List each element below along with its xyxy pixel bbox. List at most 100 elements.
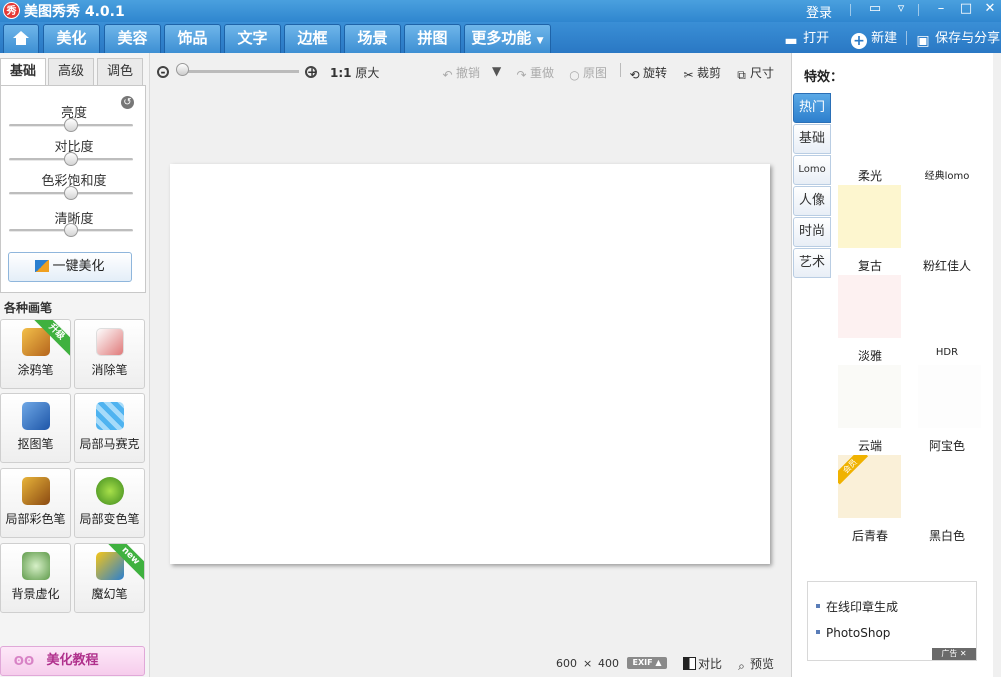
crop-label: 裁剪 <box>697 66 722 80</box>
effects-tab-art[interactable]: 艺术 <box>793 248 831 278</box>
undo-dropdown[interactable]: ▼ <box>492 64 501 78</box>
menu-dropdown-icon[interactable]: ▿ <box>890 0 912 20</box>
save-label: 保存与分享 <box>935 31 1001 46</box>
tab-scene[interactable]: 场景 <box>344 24 401 53</box>
eraser-icon <box>96 328 124 356</box>
preview-button[interactable]: ⌕ 预览 <box>735 655 774 673</box>
tab-border[interactable]: 边框 <box>284 24 341 53</box>
effect-label: 粉红佳人 <box>922 259 971 273</box>
beautify-tutorial-button[interactable]: ʘʘ 美化教程 <box>0 646 145 676</box>
original-image-button[interactable]: ○ 原图 <box>568 64 607 82</box>
tab-text[interactable]: 文字 <box>224 24 281 53</box>
ad-link[interactable]: PhotoShop <box>816 626 890 640</box>
one-key-beautify-button[interactable]: 一键美化 <box>8 252 132 282</box>
tab-label: 拼图 <box>417 29 448 47</box>
ratio-label: 1:1 <box>330 66 352 80</box>
cutout-pen-button[interactable]: 抠图笔 <box>0 393 71 463</box>
effects-tab-fashion[interactable]: 时尚 <box>793 217 831 247</box>
ad-box[interactable]: 在线印章生成 PhotoShop 广告 ✕ <box>807 581 977 661</box>
more-features-menu[interactable]: 更多功能 ▼ <box>464 24 551 53</box>
feedback-icon[interactable]: ▭ <box>864 0 886 20</box>
blur-icon <box>22 552 50 580</box>
slider-knob[interactable] <box>64 186 78 200</box>
effect-thumbnail[interactable] <box>918 365 981 428</box>
mosaic-pen-button[interactable]: 局部马赛克 <box>74 393 145 463</box>
tab-label: 场景 <box>357 29 388 47</box>
effects-title: 特效： <box>804 70 844 85</box>
effects-tab-portrait[interactable]: 人像 <box>793 186 831 216</box>
maximize-icon[interactable]: □ <box>955 0 977 20</box>
compare-label: 对比 <box>698 657 723 671</box>
login-link[interactable]: 登录 <box>806 2 832 21</box>
sharpness-slider[interactable] <box>9 223 133 237</box>
tab-decorations[interactable]: 饰品 <box>164 24 221 53</box>
plus-icon: + <box>851 33 867 49</box>
slider-knob[interactable] <box>64 152 78 166</box>
tab-basic[interactable]: 基础 <box>0 58 46 86</box>
scrollbar[interactable] <box>993 53 1001 677</box>
preview-label: 预览 <box>750 657 775 671</box>
slider-knob[interactable] <box>64 223 78 237</box>
effect-thumbnail[interactable]: 会员 <box>838 455 901 518</box>
slider-knob[interactable] <box>64 118 78 132</box>
tutorial-label: 美化教程 <box>46 653 99 668</box>
effect-label: 淡雅 <box>857 349 882 363</box>
tab-label: 边框 <box>297 29 328 47</box>
effect-thumbnail[interactable] <box>838 275 901 338</box>
rotate-button[interactable]: ⟲ 旋转 <box>628 64 667 82</box>
home-icon <box>13 31 29 45</box>
open-label: 打开 <box>803 31 830 46</box>
zoom-slider-knob[interactable] <box>176 63 189 76</box>
new-button[interactable]: + 新建 <box>851 27 897 49</box>
doodle-pen-button[interactable]: 涂鸦笔 升级 <box>0 319 71 389</box>
main-nav: 美化 美容 饰品 文字 边框 场景 拼图 更多功能 ▼ ▬ 打开 + 新建 ▣ … <box>0 22 1001 53</box>
image-canvas[interactable] <box>170 164 770 564</box>
bullet-icon <box>816 630 820 634</box>
tab-advanced[interactable]: 高级 <box>48 58 94 86</box>
home-tab[interactable] <box>3 24 39 53</box>
contrast-slider[interactable] <box>9 152 133 166</box>
background-blur-button[interactable]: 背景虚化 <box>0 543 71 613</box>
zoom-in-icon[interactable]: + <box>305 63 319 78</box>
zoom-slider[interactable] <box>177 70 299 73</box>
tab-beautify[interactable]: 美化 <box>43 24 100 53</box>
ad-tag[interactable]: 广告 ✕ <box>932 648 976 660</box>
actual-size-button[interactable]: 1:1 原大 <box>330 64 379 81</box>
open-button[interactable]: ▬ 打开 <box>783 27 829 49</box>
save-share-button[interactable]: ▣ 保存与分享 <box>915 27 1000 49</box>
effect-thumbnail[interactable] <box>838 185 901 248</box>
pens-section-title: 各种画笔 <box>4 301 53 315</box>
title-bar: 秀 美图秀秀 4.0.1 登录 ▭ ▿ – □ ✕ <box>0 0 1001 22</box>
local-recolor-pen-button[interactable]: 局部变色笔 <box>74 468 145 538</box>
effect-label: 经典lomo <box>924 171 970 182</box>
effect-label: 复古 <box>857 259 882 273</box>
effects-tab-hot[interactable]: 热门 <box>793 93 831 123</box>
brightness-slider[interactable] <box>9 118 133 132</box>
redo-label: 重做 <box>530 66 555 80</box>
exif-button[interactable]: EXIF ▲ <box>627 657 667 669</box>
resize-button[interactable]: ⧉ 尺寸 <box>735 64 774 82</box>
close-icon[interactable]: ✕ <box>979 0 1001 20</box>
magic-pen-button[interactable]: 魔幻笔 new <box>74 543 145 613</box>
compare-button[interactable]: 对比 <box>683 655 722 672</box>
eraser-pen-button[interactable]: 消除笔 <box>74 319 145 389</box>
redo-button[interactable]: ↷ 重做 <box>515 64 554 82</box>
tab-collage[interactable]: 拼图 <box>404 24 461 53</box>
local-color-pen-button[interactable]: 局部彩色笔 <box>0 468 71 538</box>
undo-button[interactable]: ↶ 撤销 <box>441 64 480 82</box>
one-key-label: 一键美化 <box>52 259 105 274</box>
saturation-slider[interactable] <box>9 186 133 200</box>
tab-beauty[interactable]: 美容 <box>104 24 161 53</box>
exif-label: EXIF <box>632 658 653 667</box>
effects-tab-lomo[interactable]: Lomo <box>793 155 831 185</box>
titlebar-separator <box>850 4 851 16</box>
tab-color[interactable]: 调色 <box>97 58 143 86</box>
minimize-icon[interactable]: – <box>930 0 952 20</box>
effects-tab-basic[interactable]: 基础 <box>793 124 831 154</box>
crop-button[interactable]: ✂ 裁剪 <box>682 64 721 82</box>
zoom-out-icon[interactable]: - <box>157 63 171 78</box>
undo-icon: ↶ <box>442 68 453 82</box>
effect-thumbnail[interactable] <box>838 365 901 428</box>
effect-thumbnail[interactable] <box>838 95 901 169</box>
ad-link[interactable]: 在线印章生成 <box>816 598 898 615</box>
